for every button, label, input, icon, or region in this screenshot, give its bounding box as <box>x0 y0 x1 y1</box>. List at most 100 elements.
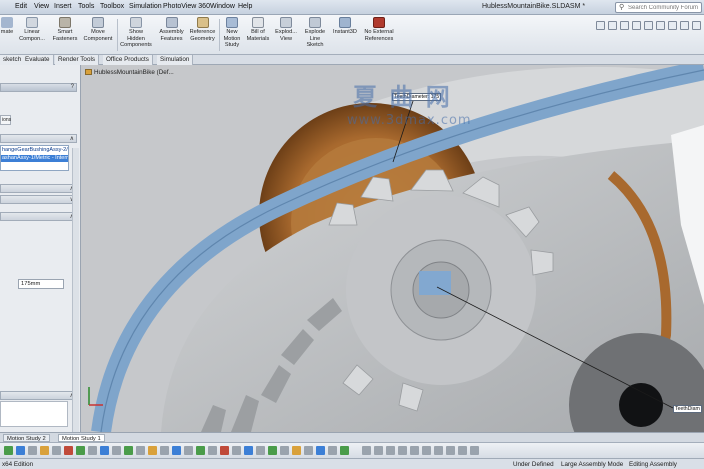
section-icon[interactable] <box>340 446 349 455</box>
coordinate-icon[interactable] <box>304 446 313 455</box>
extend-icon[interactable] <box>208 446 217 455</box>
dimension-value-field[interactable]: 175mm <box>18 279 64 289</box>
select-icon[interactable] <box>656 21 665 30</box>
motion-study-tabs: Motion Study 2 Motion Study 1 <box>0 432 704 442</box>
pan-icon[interactable] <box>386 446 395 455</box>
menu-photoview[interactable]: PhotoView 360 <box>163 3 210 10</box>
display-style-icon[interactable] <box>422 446 431 455</box>
save-icon[interactable] <box>620 21 629 30</box>
group-header-2[interactable]: ∧ <box>0 184 77 193</box>
undo-icon[interactable] <box>644 21 653 30</box>
axis-icon[interactable] <box>292 446 301 455</box>
plane-icon[interactable] <box>280 446 289 455</box>
selections-list[interactable]: hangeGearBushingAssy-2/P ashanAssy-1/Met… <box>0 145 69 171</box>
relation-icon[interactable] <box>136 446 145 455</box>
chamfer-icon[interactable] <box>232 446 241 455</box>
mass-icon[interactable] <box>328 446 337 455</box>
menu-insert[interactable]: Insert <box>54 3 72 10</box>
scene-icon[interactable] <box>458 446 467 455</box>
show-hidden-icon <box>130 17 142 28</box>
point-icon[interactable] <box>256 446 265 455</box>
spline-icon[interactable] <box>76 446 85 455</box>
group-header-4[interactable]: ∧ <box>0 212 77 221</box>
linear-pattern-button[interactable]: Linear Compon... <box>17 17 47 42</box>
bill-of-materials-icon <box>252 17 264 28</box>
explode-line-sketch-button[interactable]: Explode Line Sketch <box>301 17 329 49</box>
smart-fasteners-button[interactable]: Smart Fasteners <box>50 17 80 42</box>
move-component-button[interactable]: Move Component <box>82 17 114 42</box>
appearance-icon[interactable] <box>446 446 455 455</box>
tab-render-tools[interactable]: Render Tools <box>55 55 99 65</box>
line-icon[interactable] <box>28 446 37 455</box>
trim-icon[interactable] <box>88 446 97 455</box>
tab-simulation[interactable]: Simulation <box>157 55 194 65</box>
mate-icon <box>1 17 13 28</box>
assembly-features-button[interactable]: Assembly Features <box>156 17 187 42</box>
pattern-icon[interactable] <box>124 446 133 455</box>
new-motion-study-button[interactable]: New Motion Study <box>221 17 243 49</box>
rotate-icon[interactable] <box>160 446 169 455</box>
rectangle-icon[interactable] <box>40 446 49 455</box>
menu-view[interactable]: View <box>34 3 49 10</box>
tab-evaluate[interactable]: Evaluate <box>22 55 54 65</box>
hide-show-icon[interactable] <box>434 446 443 455</box>
view-settings-icon[interactable] <box>470 446 479 455</box>
menu-edit[interactable]: Edit <box>15 3 27 10</box>
centerline-icon[interactable] <box>268 446 277 455</box>
sketch-icon[interactable] <box>4 446 13 455</box>
open-icon[interactable] <box>608 21 617 30</box>
selection-item-active[interactable]: ashanAssy-1/Metric - Intern <box>1 155 68 162</box>
arc-icon[interactable] <box>64 446 73 455</box>
menu-tools[interactable]: Tools <box>78 3 94 10</box>
dimension-label-secondary[interactable]: TeethDiam <box>673 405 702 413</box>
help-button[interactable]: ? <box>71 84 74 90</box>
zoom-area-icon[interactable] <box>374 446 383 455</box>
copy-icon[interactable] <box>184 446 193 455</box>
menu-window[interactable]: Window <box>210 3 235 10</box>
reference-geometry-button[interactable]: Reference Geometry <box>187 17 218 42</box>
feature-tree-root[interactable]: HublessMountainBike (Def... <box>85 69 174 76</box>
exploded-view-button[interactable]: Explod... View <box>273 17 299 42</box>
menu-simulation[interactable]: Simulation <box>129 3 162 10</box>
tab-motion-study-1[interactable]: Motion Study 1 <box>58 434 105 442</box>
show-hidden-button[interactable]: Show Hidden Components <box>120 17 152 49</box>
mate-button[interactable]: mate <box>0 17 14 36</box>
circle-icon[interactable] <box>52 446 61 455</box>
selections-group-header[interactable]: ∧ <box>0 134 77 143</box>
rotate-view-icon[interactable] <box>398 446 407 455</box>
graphics-area[interactable]: HublessMountainBike (Def... TeethDiamete… <box>81 65 704 432</box>
no-external-references-button[interactable]: No External References <box>362 17 396 42</box>
offset-icon[interactable] <box>100 446 109 455</box>
scale-icon[interactable] <box>172 446 181 455</box>
menu-toolbox[interactable]: Toolbox <box>100 3 124 10</box>
rebuild-icon[interactable] <box>668 21 677 30</box>
explode-line-sketch-icon <box>309 17 321 28</box>
panel-subtab[interactable]: ions <box>0 115 11 125</box>
zoom-fit-icon[interactable] <box>362 446 371 455</box>
fillet-icon[interactable] <box>220 446 229 455</box>
options-icon[interactable] <box>680 21 689 30</box>
mirror-icon[interactable] <box>112 446 121 455</box>
options-list[interactable] <box>0 401 68 427</box>
edition-label: x64 Edition <box>2 461 34 468</box>
search-box[interactable]: ⚲ <box>615 2 702 13</box>
instant3d-button[interactable]: Instant3D <box>331 17 359 36</box>
tab-motion-study-2[interactable]: Motion Study 2 <box>3 434 50 442</box>
convert-icon[interactable] <box>196 446 205 455</box>
group-header-3[interactable]: ∨ <box>0 195 77 204</box>
measure-icon[interactable] <box>316 446 325 455</box>
tab-office-products[interactable]: Office Products <box>103 55 153 65</box>
selection-item[interactable]: hangeGearBushingAssy-2/P <box>1 147 68 154</box>
menu-help[interactable]: Help <box>238 3 252 10</box>
bill-of-materials-button[interactable]: Bill of Materials <box>245 17 271 42</box>
help-icon[interactable] <box>692 21 701 30</box>
new-document-icon[interactable] <box>596 21 605 30</box>
move-entities-icon[interactable] <box>148 446 157 455</box>
print-icon[interactable] <box>632 21 641 30</box>
smart-dimension-icon[interactable] <box>16 446 25 455</box>
search-input[interactable] <box>628 4 700 12</box>
text-icon[interactable] <box>244 446 253 455</box>
view-orientation-icon[interactable] <box>410 446 419 455</box>
panel-scrollbar[interactable] <box>72 148 79 448</box>
group-header-5[interactable]: ∧ <box>0 391 77 400</box>
